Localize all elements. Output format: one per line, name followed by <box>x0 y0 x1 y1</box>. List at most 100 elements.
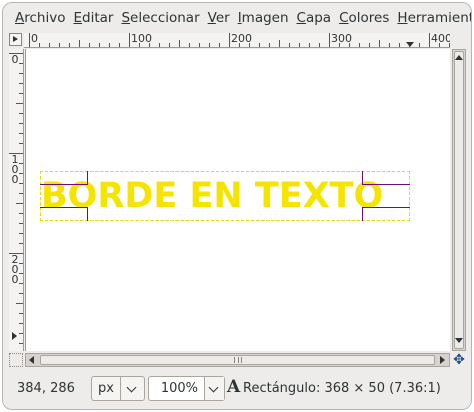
menu-item-capa[interactable]: Capa <box>293 10 336 26</box>
selection-handle-top-left[interactable] <box>40 171 88 185</box>
selection-handle-bottom-right[interactable] <box>362 207 410 221</box>
text-tool-icon: A <box>227 377 241 397</box>
ruler-tick <box>229 33 230 47</box>
image-menu-button[interactable] <box>9 33 22 46</box>
ruler-tick <box>79 40 80 47</box>
ruler-tick <box>19 93 23 94</box>
ruler-tick <box>429 33 430 47</box>
ruler-tick <box>329 33 330 47</box>
ruler-tick <box>59 43 60 47</box>
menu-label: apa <box>305 9 332 26</box>
status-message: Rectángulo: 368 × 50 (7.36:1) <box>243 381 441 396</box>
ruler-tick <box>309 43 310 47</box>
selection-handle-bottom-left[interactable] <box>40 207 88 221</box>
rectangle-selection[interactable] <box>40 171 410 221</box>
ruler-tick <box>209 43 210 47</box>
ruler-label: 0 <box>31 33 38 45</box>
ruler-corner <box>452 33 466 48</box>
chevron-down-icon[interactable] <box>120 377 144 400</box>
menu-item-archivo[interactable]: Archivo <box>11 10 69 26</box>
ruler-tick <box>19 323 23 324</box>
zoom-value[interactable]: 100% <box>161 381 198 396</box>
scroll-up-icon[interactable] <box>455 55 463 60</box>
ruler-label: 100 <box>131 33 152 45</box>
ruler-label: 0 <box>11 53 19 66</box>
vertical-ruler[interactable]: 0 1 0 0 2 0 0 <box>9 49 24 351</box>
menu-label: eleccionar <box>130 9 200 26</box>
ruler-tick <box>19 143 23 144</box>
image-window: Archivo Editar Seleccionar Ver Imagen Capa Col… <box>2 2 472 410</box>
ruler-tick <box>399 43 400 47</box>
menu-item-ver[interactable]: Ver <box>204 10 234 26</box>
menubar: Archivo Editar Seleccionar Ver Imagen Capa Col… <box>3 3 471 32</box>
ruler-tick <box>299 43 300 47</box>
ruler-tick <box>39 43 40 47</box>
unit-value: px <box>98 381 114 396</box>
chevron-down-icon[interactable] <box>204 377 224 400</box>
pointer-coordinates: 384, 286 <box>17 381 75 396</box>
ruler-tick <box>319 43 320 47</box>
menu-mnemonic: C <box>296 9 306 26</box>
ruler-tick <box>389 43 390 47</box>
ruler-tick <box>19 343 23 344</box>
ruler-tick <box>19 233 23 234</box>
unit-selector[interactable]: px <box>91 376 145 401</box>
ruler-label: 400 <box>431 33 450 45</box>
ruler-tick <box>19 73 23 74</box>
menu-arrow-icon <box>406 42 414 47</box>
ruler-label: 2 0 0 <box>11 253 19 286</box>
zoom-selector[interactable]: 100% <box>148 376 225 401</box>
ruler-tick <box>16 303 23 304</box>
quickmask-icon[interactable] <box>9 353 23 367</box>
ruler-tick <box>16 203 23 204</box>
ruler-tick <box>159 43 160 47</box>
menu-label: rchivo <box>24 9 66 26</box>
ruler-tick <box>219 43 220 47</box>
ruler-tick <box>19 293 23 294</box>
scroll-grip-icon <box>234 357 242 363</box>
ruler-tick <box>419 43 420 47</box>
scroll-left-icon[interactable] <box>29 356 34 364</box>
statusbar: 384, 286 px 100% A Rectángulo: 368 × 50 … <box>3 371 471 407</box>
navigate-icon[interactable]: ✥ <box>452 353 466 367</box>
ruler-label: 300 <box>331 33 352 45</box>
vertical-scroll-thumb[interactable] <box>454 51 464 349</box>
menu-mnemonic: E <box>73 9 83 26</box>
ruler-tick <box>29 33 30 47</box>
horizontal-scroll-thumb[interactable] <box>40 355 435 365</box>
menu-label: ditar <box>82 9 114 26</box>
ruler-label: 200 <box>231 33 252 45</box>
ruler-marker-icon <box>12 332 17 340</box>
scroll-down-icon[interactable] <box>455 338 463 343</box>
menu-item-editar[interactable]: Editar <box>69 10 117 26</box>
menu-label: erramienta <box>407 9 471 26</box>
ruler-tick <box>369 43 370 47</box>
ruler-tick <box>19 113 23 114</box>
ruler-tick <box>379 40 380 47</box>
ruler-tick <box>19 123 23 124</box>
ruler-tick <box>19 243 23 244</box>
vertical-scrollbar[interactable] <box>452 49 466 351</box>
menu-item-colores[interactable]: Colores <box>335 10 393 26</box>
ruler-tick <box>49 43 50 47</box>
ruler-tick <box>19 313 23 314</box>
menu-mnemonic: V <box>207 9 216 26</box>
menu-item-seleccionar[interactable]: Seleccionar <box>117 10 203 26</box>
horizontal-scrollbar[interactable] <box>25 353 450 367</box>
ruler-tick <box>19 83 23 84</box>
image-canvas[interactable]: BORDE EN TEXTO <box>25 49 450 351</box>
menu-mnemonic: C <box>339 9 349 26</box>
ruler-tick <box>179 40 180 47</box>
horizontal-ruler[interactable]: 0 100 200 300 400 <box>24 33 450 48</box>
ruler-tick <box>89 43 90 47</box>
ruler-tick <box>289 43 290 47</box>
ruler-tick <box>19 193 23 194</box>
selection-handle-top-right[interactable] <box>362 171 410 185</box>
menu-mnemonic: A <box>15 9 25 26</box>
menu-item-imagen[interactable]: Imagen <box>234 10 293 26</box>
ruler-tick <box>19 133 23 134</box>
ruler-tick <box>69 43 70 47</box>
menu-item-herramienta[interactable]: Herramienta <box>393 9 471 26</box>
scroll-right-icon[interactable] <box>440 356 445 364</box>
ruler-tick <box>99 43 100 47</box>
